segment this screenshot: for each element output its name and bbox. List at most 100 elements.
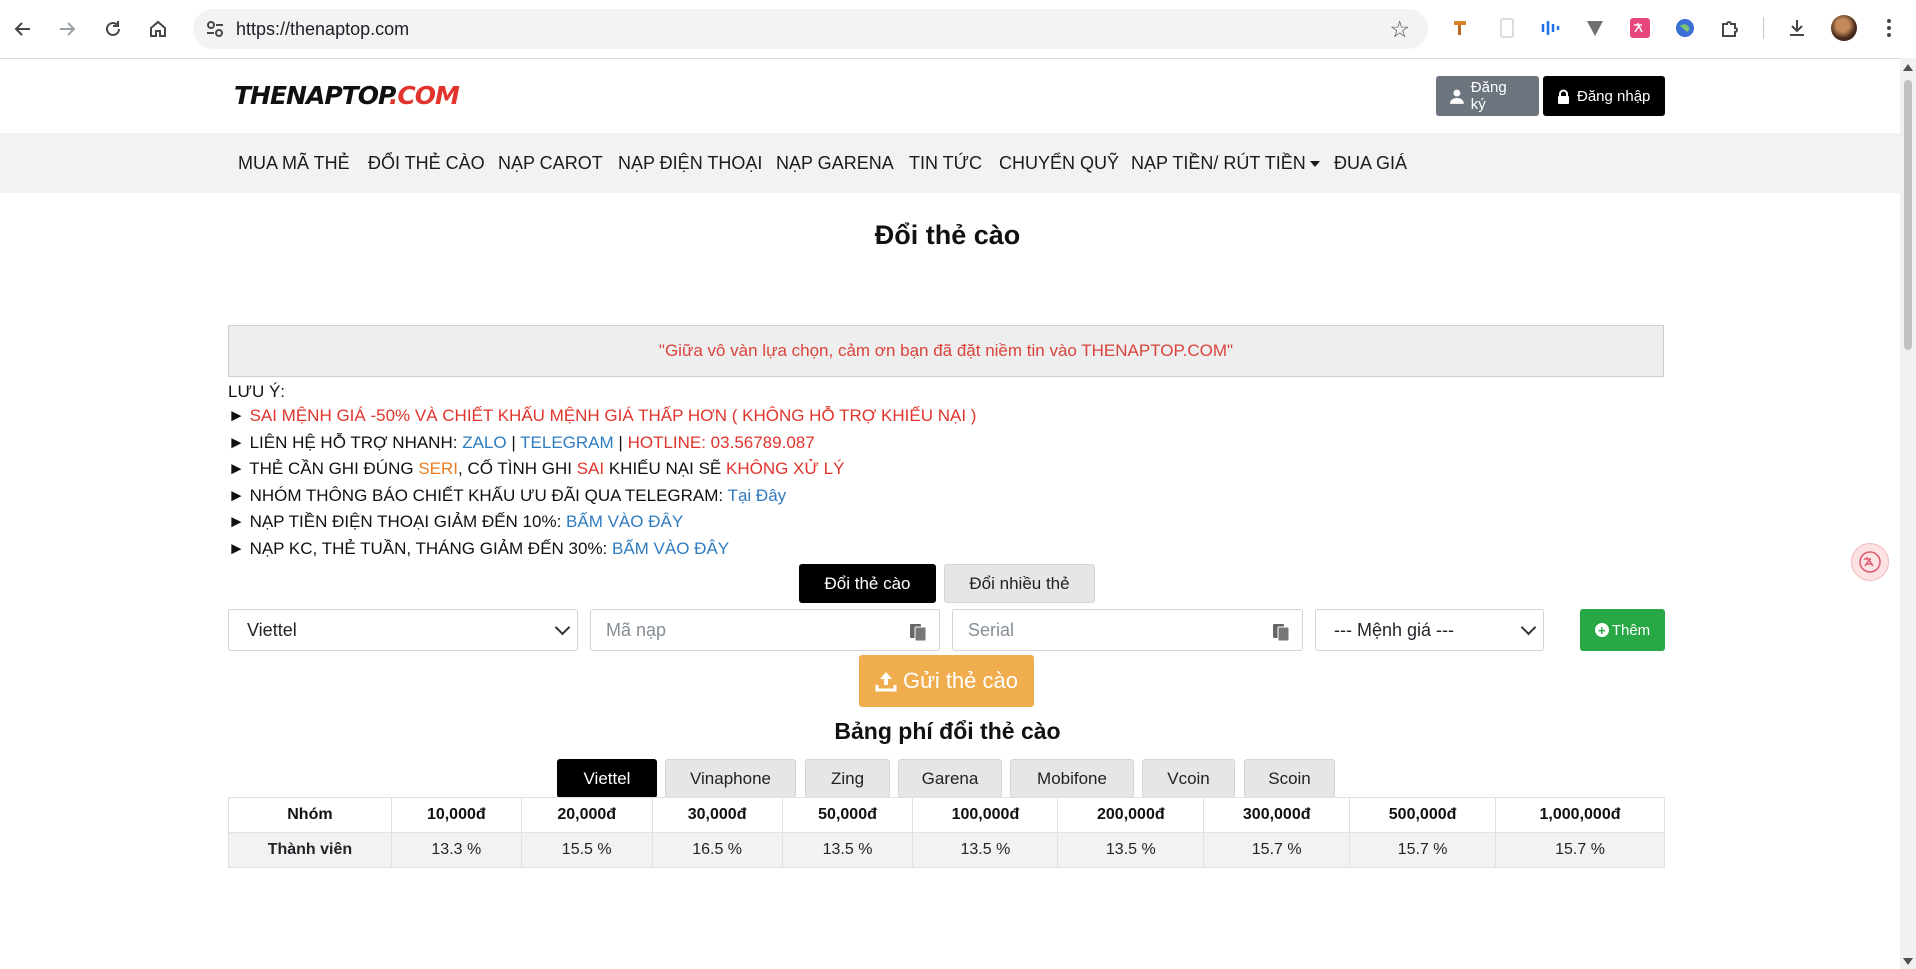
download-icon[interactable] xyxy=(1784,15,1810,41)
clipboard-icon[interactable] xyxy=(909,621,927,641)
tab-network-mobifone[interactable]: Mobifone xyxy=(1010,759,1134,798)
note-line-6: ► NẠP KC, THẺ TUẦN, THÁNG GIẢM ĐẾN 30%: … xyxy=(228,539,730,558)
upload-icon xyxy=(875,672,897,692)
login-label: Đăng nhập xyxy=(1577,87,1651,105)
tab-network-scoin[interactable]: Scoin xyxy=(1244,759,1335,798)
extension-blank-icon[interactable] xyxy=(1494,15,1520,41)
telegram-group-link[interactable]: Tại Đây xyxy=(728,486,787,505)
arrow-right-icon xyxy=(60,22,76,36)
serial-input[interactable]: Serial xyxy=(952,609,1303,651)
note-line-3-a: THẺ CẦN GHI ĐÚNG xyxy=(249,459,419,478)
menu-item-garena[interactable]: NẠP GARENA xyxy=(776,153,894,174)
site-info-icon[interactable] xyxy=(205,19,225,39)
table-row: Thành viên 13.3 % 15.5 % 16.5 % 13.5 % 1… xyxy=(228,832,1665,868)
tab-network-vcoin[interactable]: Vcoin xyxy=(1142,759,1235,798)
register-label: Đăng ký xyxy=(1470,79,1507,113)
note-line-2-sep: | xyxy=(506,433,521,452)
page-scrollbar[interactable] xyxy=(1900,58,1916,969)
tab-network-vinaphone[interactable]: Vinaphone xyxy=(665,759,796,798)
amount-select[interactable]: --- Mệnh giá --- xyxy=(1315,609,1544,651)
scrollbar-thumb[interactable] xyxy=(1904,80,1912,350)
fee-header-cell: 1,000,000đ xyxy=(1495,797,1665,833)
reload-button[interactable] xyxy=(96,12,130,46)
user-icon xyxy=(1450,89,1464,104)
card-code-input[interactable]: Mã nạp xyxy=(590,609,940,651)
extension-globe-icon[interactable] xyxy=(1672,15,1698,41)
menu-item-phone-topup[interactable]: NẠP ĐIỆN THOẠI xyxy=(618,153,762,174)
fee-cell-group: Thành viên xyxy=(228,832,392,868)
menu-item-exchange-card[interactable]: ĐỔI THẺ CÀO xyxy=(368,153,485,174)
plus-circle-icon: + xyxy=(1594,623,1609,637)
fee-table: Nhóm 10,000đ 20,000đ 30,000đ 50,000đ 100… xyxy=(228,797,1665,868)
note-line-6-prefix: NẠP KC, THẺ TUẦN, THÁNG GIẢM ĐẾN 30%: xyxy=(249,539,612,558)
note-line-5: ► NẠP TIỀN ĐIỆN THOẠI GIẢM ĐẾN 10%: BẤM … xyxy=(228,512,684,531)
note-line-1-text: SAI MỆNH GIÁ -50% VÀ CHIẾT KHẤU MỆNH GIÁ… xyxy=(249,406,977,425)
browser-toolbar: https://thenaptop.com ☆ xyxy=(0,0,1916,59)
tab-network-garena[interactable]: Garena xyxy=(898,759,1002,798)
note-line-3: ► THẺ CẦN GHI ĐÚNG SERI, CỐ TÌNH GHI SAI… xyxy=(228,459,845,478)
fee-header-cell: 10,000đ xyxy=(390,797,522,833)
url-text[interactable]: https://thenaptop.com xyxy=(236,19,409,40)
lock-icon xyxy=(1558,89,1569,104)
menu-item-auction[interactable]: ĐUA GIÁ xyxy=(1334,153,1407,174)
address-bar[interactable]: https://thenaptop.com ☆ xyxy=(193,9,1428,49)
forward-button[interactable] xyxy=(50,12,84,46)
fee-header-cell: Nhóm xyxy=(228,797,392,833)
submit-card-label: Gửi thẻ cào xyxy=(902,668,1018,693)
fee-header-cell: 100,000đ xyxy=(912,797,1059,833)
zalo-link[interactable]: ZALO xyxy=(462,433,506,452)
extension-wave-icon[interactable] xyxy=(1538,15,1564,41)
notice-text: "Giữa vô vàn lựa chọn, cảm ơn bạn đã đặt… xyxy=(658,341,1234,360)
fee-header-cell: 500,000đ xyxy=(1349,797,1497,833)
telegram-link[interactable]: TELEGRAM xyxy=(520,433,614,452)
login-button[interactable]: Đăng nhập xyxy=(1543,76,1665,116)
clipboard-icon[interactable] xyxy=(1272,621,1290,641)
site-logo[interactable]: THENAPTOP.COM xyxy=(234,81,460,110)
kc-discount-link[interactable]: BẤM VÀO ĐÂY xyxy=(612,539,729,558)
telco-select[interactable]: Viettel xyxy=(228,609,578,651)
menu-item-buy-card[interactable]: MUA MÃ THẺ xyxy=(238,153,350,174)
menu-item-carot[interactable]: NẠP CAROT xyxy=(498,153,603,174)
hotline-text: HOTLINE: 03.56789.087 xyxy=(627,433,815,452)
home-icon xyxy=(150,20,166,37)
fee-header-cell: 20,000đ xyxy=(520,797,653,833)
bookmark-star-icon[interactable]: ☆ xyxy=(1389,16,1410,43)
phone-discount-link[interactable]: BẤM VÀO ĐÂY xyxy=(566,512,683,531)
scroll-up-arrow-icon[interactable] xyxy=(1903,64,1913,71)
reload-icon xyxy=(106,21,120,36)
back-button[interactable] xyxy=(6,12,40,46)
fee-header-cell: 50,000đ xyxy=(781,797,914,833)
scroll-down-arrow-icon[interactable] xyxy=(1903,958,1913,965)
floating-translate-icon[interactable] xyxy=(1851,543,1889,581)
fee-table-header-row: Nhóm 10,000đ 20,000đ 30,000đ 50,000đ 100… xyxy=(228,797,1665,833)
fee-cell: 13.5 % xyxy=(781,832,914,868)
menu-item-news[interactable]: TIN TỨC xyxy=(909,153,982,174)
note-line-4-prefix: NHÓM THÔNG BÁO CHIẾT KHẤU ƯU ĐÃI QUA TEL… xyxy=(249,486,728,505)
extensions-puzzle-icon[interactable] xyxy=(1717,15,1743,41)
logo-text-domain: .COM xyxy=(388,81,460,110)
fee-header-cell: 30,000đ xyxy=(651,797,783,833)
extension-hammer-icon[interactable] xyxy=(1448,15,1474,41)
fee-cell: 13.5 % xyxy=(912,832,1059,868)
add-card-button[interactable]: + Thêm xyxy=(1580,609,1665,651)
tab-multi-card[interactable]: Đổi nhiều thẻ xyxy=(944,564,1095,603)
submit-card-button[interactable]: Gửi thẻ cào xyxy=(859,655,1034,707)
fee-header-cell: 300,000đ xyxy=(1203,797,1351,833)
tab-network-viettel[interactable]: Viettel xyxy=(557,759,657,798)
add-card-label: Thêm xyxy=(1611,621,1651,639)
extension-v-icon[interactable] xyxy=(1582,15,1608,41)
profile-avatar[interactable] xyxy=(1831,15,1857,41)
toolbar-separator xyxy=(1763,17,1764,39)
tab-network-zing[interactable]: Zing xyxy=(805,759,890,798)
home-button[interactable] xyxy=(141,12,175,46)
register-button[interactable]: Đăng ký xyxy=(1436,76,1539,116)
serial-placeholder: Serial xyxy=(968,619,1015,640)
tab-single-card[interactable]: Đổi thẻ cào xyxy=(799,564,936,603)
menu-item-deposit-withdraw[interactable]: NẠP TIỀN/ RÚT TIỀN xyxy=(1131,153,1320,174)
note-line-1: ► SAI MỆNH GIÁ -50% VÀ CHIẾT KHẤU MỆNH G… xyxy=(228,406,977,425)
browser-menu-icon[interactable] xyxy=(1876,15,1902,41)
chevron-down-icon xyxy=(554,619,571,636)
extension-translate-icon[interactable] xyxy=(1627,15,1653,41)
menu-item-transfer[interactable]: CHUYỂN QUỸ xyxy=(999,153,1119,174)
note-line-5-prefix: NẠP TIỀN ĐIỆN THOẠI GIẢM ĐẾN 10%: xyxy=(249,512,567,531)
